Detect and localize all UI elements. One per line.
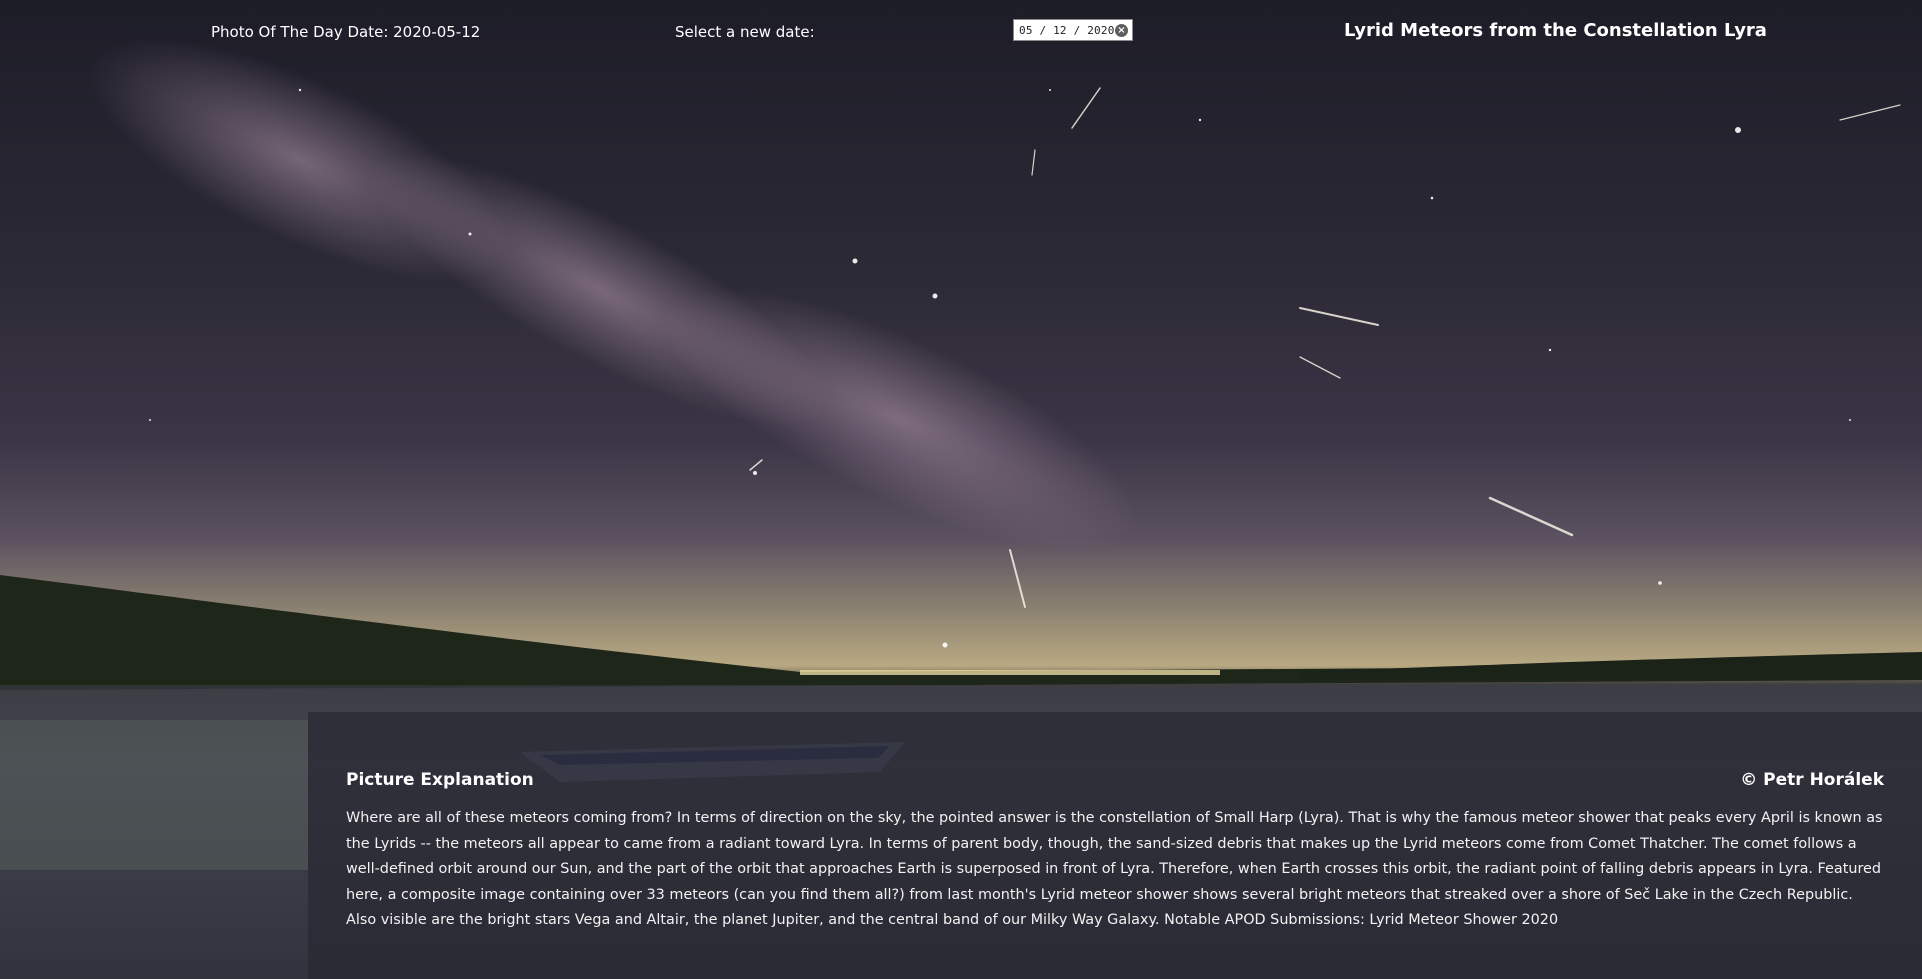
- copyright-credit: © Petr Horálek: [1740, 770, 1884, 790]
- date-input[interactable]: 05 / 12 / 2020 ×: [1013, 19, 1133, 41]
- select-date-label: Select a new date:: [675, 23, 815, 41]
- explanation-panel: Picture Explanation © Petr Horálek Where…: [308, 712, 1922, 979]
- date-input-value[interactable]: 05 / 12 / 2020: [1019, 24, 1115, 37]
- explanation-text: Where are all of these meteors coming fr…: [346, 810, 1883, 928]
- page-title: Lyrid Meteors from the Constellation Lyr…: [1344, 20, 1767, 41]
- clear-icon[interactable]: ×: [1115, 23, 1128, 37]
- explanation-heading: Picture Explanation: [346, 770, 534, 790]
- apod-page: Photo Of The Day Date: 2020-05-12 Select…: [0, 0, 1922, 979]
- explanation-header: Picture Explanation © Petr Horálek: [346, 770, 1884, 790]
- photo-date-label: Photo Of The Day Date: 2020-05-12: [211, 23, 481, 41]
